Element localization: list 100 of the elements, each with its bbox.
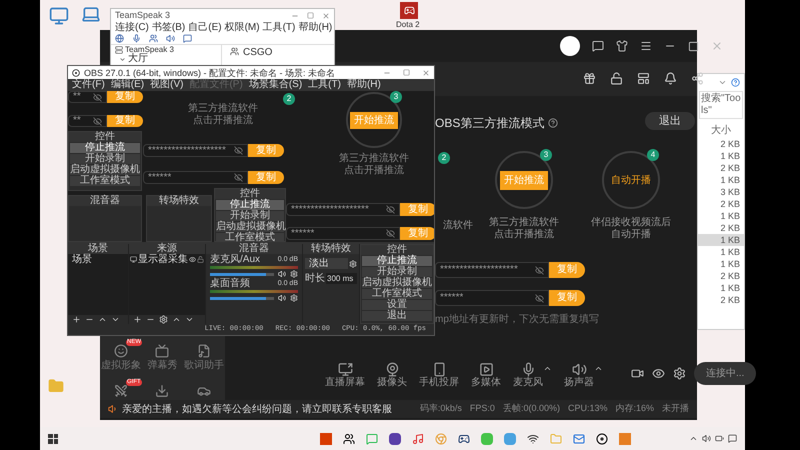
notification-icon[interactable] <box>664 72 677 85</box>
globe-icon[interactable] <box>115 34 124 43</box>
gift-icon[interactable] <box>583 72 596 85</box>
move-up-icon[interactable] <box>172 315 181 324</box>
control-button[interactable]: 退出 <box>362 310 432 321</box>
key-field[interactable]: ******************** <box>435 262 549 278</box>
close-icon[interactable] <box>322 12 330 20</box>
users-icon[interactable] <box>149 34 158 43</box>
key-field[interactable]: ******************** <box>143 144 248 157</box>
menu-item[interactable]: 视图(V) <box>150 80 184 90</box>
menu-item[interactable]: 帮助(H) <box>298 22 332 33</box>
file-size-cell[interactable]: 2 KB <box>698 222 744 234</box>
key-field[interactable]: ****** <box>143 171 248 184</box>
eye-off-icon[interactable] <box>234 146 243 155</box>
file-size-cell[interactable]: 2 KB <box>698 270 744 282</box>
music-note-icon[interactable] <box>197 344 212 358</box>
move-down-icon[interactable] <box>185 315 194 324</box>
file-size-cell[interactable]: 1 KB <box>698 234 744 246</box>
control-button[interactable]: 启动虚拟摄像机 <box>362 277 432 288</box>
key-field[interactable]: ** <box>68 91 107 103</box>
caret-icon[interactable] <box>543 364 552 373</box>
unlock-icon[interactable] <box>610 72 623 85</box>
file-size-cell[interactable]: 2 KB <box>698 162 744 174</box>
tool-button[interactable]: 直播屏幕 <box>325 362 365 389</box>
menu-item[interactable]: 帮助(H) <box>346 80 381 90</box>
control-button[interactable]: 启动虚拟摄像机 <box>70 164 140 175</box>
game-icon[interactable] <box>400 2 418 19</box>
key-field[interactable]: ******************** <box>286 203 400 216</box>
file-size-cell[interactable]: 1 KB <box>698 282 744 294</box>
menu-item[interactable]: 书签(B) <box>152 22 186 33</box>
control-button[interactable]: 开始录制 <box>70 153 140 164</box>
speaker-icon[interactable] <box>278 270 286 278</box>
control-button[interactable]: 停止推流 <box>362 255 432 266</box>
tray-expand-icon[interactable] <box>689 434 698 443</box>
transition-select[interactable]: 淡出 <box>305 258 348 269</box>
menu-item[interactable]: 自己(E) <box>188 22 222 33</box>
notification-icon[interactable] <box>728 434 737 443</box>
file-size-cell[interactable]: 3 KB <box>698 186 744 198</box>
settings-icon[interactable] <box>290 270 298 278</box>
settings-icon[interactable] <box>673 367 686 380</box>
tool-button[interactable]: 麦克风 <box>513 362 543 389</box>
network-app-icon[interactable] <box>527 432 539 444</box>
settings-icon[interactable] <box>349 260 357 268</box>
tree-item[interactable]: TeamSpeak 3 <box>125 45 174 54</box>
smiley-face-icon[interactable] <box>114 344 128 358</box>
control-button[interactable]: 开始录制 <box>362 266 432 277</box>
chevron-down-icon[interactable] <box>718 78 727 87</box>
mail-icon[interactable] <box>573 432 585 444</box>
control-button[interactable]: 启动虚拟摄像机 <box>216 221 284 232</box>
eye-off-icon[interactable] <box>93 116 102 126</box>
expand-caret-icon[interactable] <box>119 56 126 62</box>
video-icon[interactable] <box>631 367 644 380</box>
eye-off-icon[interactable] <box>234 173 243 182</box>
tv-icon[interactable] <box>155 344 170 358</box>
file-size-cell[interactable]: 1 KB <box>698 258 744 270</box>
file-size-cell[interactable]: 1 KB <box>698 210 744 222</box>
help-icon[interactable] <box>731 78 740 87</box>
chat-icon[interactable] <box>183 34 192 43</box>
visibility-icon[interactable] <box>189 256 196 263</box>
file-size-cell[interactable]: 1 KB <box>698 246 744 258</box>
layout-icon[interactable] <box>637 72 650 85</box>
eye-off-icon[interactable] <box>386 229 395 238</box>
settings-icon[interactable] <box>290 294 298 302</box>
add-icon[interactable] <box>133 315 142 324</box>
unlock-icon[interactable] <box>197 256 204 263</box>
close-icon[interactable] <box>422 68 430 76</box>
menu-icon[interactable] <box>640 40 652 52</box>
control-button[interactable]: 停止推流 <box>216 199 284 210</box>
eye-off-icon[interactable] <box>535 266 544 274</box>
menu-item[interactable]: 工具(T) <box>308 80 341 90</box>
speaker-icon[interactable] <box>166 34 175 43</box>
move-up-icon[interactable] <box>98 315 107 324</box>
volume-icon[interactable] <box>702 434 711 443</box>
music-icon[interactable] <box>412 432 424 444</box>
duration-field[interactable]: 300 ms <box>326 273 357 284</box>
menu-item[interactable]: 连接(C) <box>115 22 149 33</box>
tree-item[interactable]: 大厅 <box>128 54 148 64</box>
file-size-cell[interactable]: 2 KB <box>698 138 744 150</box>
control-button[interactable]: 设置 <box>362 299 432 310</box>
menu-item[interactable]: 编辑(E) <box>110 80 144 90</box>
battery-icon[interactable] <box>715 434 724 443</box>
tool-button[interactable]: 扬声器 <box>564 362 594 389</box>
help-icon[interactable] <box>548 118 558 128</box>
share-icon[interactable] <box>691 72 704 85</box>
control-button[interactable]: 工作室模式 <box>362 288 432 299</box>
eye-icon[interactable] <box>652 367 665 380</box>
control-button[interactable]: 停止推流 <box>70 142 140 153</box>
key-field[interactable]: ** <box>68 115 107 127</box>
eye-off-icon[interactable] <box>535 294 544 302</box>
speaker-icon[interactable] <box>278 294 286 302</box>
app-icon[interactable] <box>596 432 608 444</box>
file-size-cell[interactable]: 2 KB <box>698 294 744 306</box>
control-button[interactable]: 工作室模式 <box>70 175 140 186</box>
menu-item[interactable]: 工具(T) <box>262 22 296 33</box>
microphone-icon[interactable] <box>132 34 141 43</box>
settings-icon[interactable] <box>159 315 168 324</box>
key-field[interactable]: ****** <box>286 227 400 240</box>
key-field[interactable]: ****** <box>435 290 549 306</box>
menu-item[interactable]: 场景集合(S) <box>248 80 302 90</box>
game-icon[interactable] <box>458 432 470 444</box>
